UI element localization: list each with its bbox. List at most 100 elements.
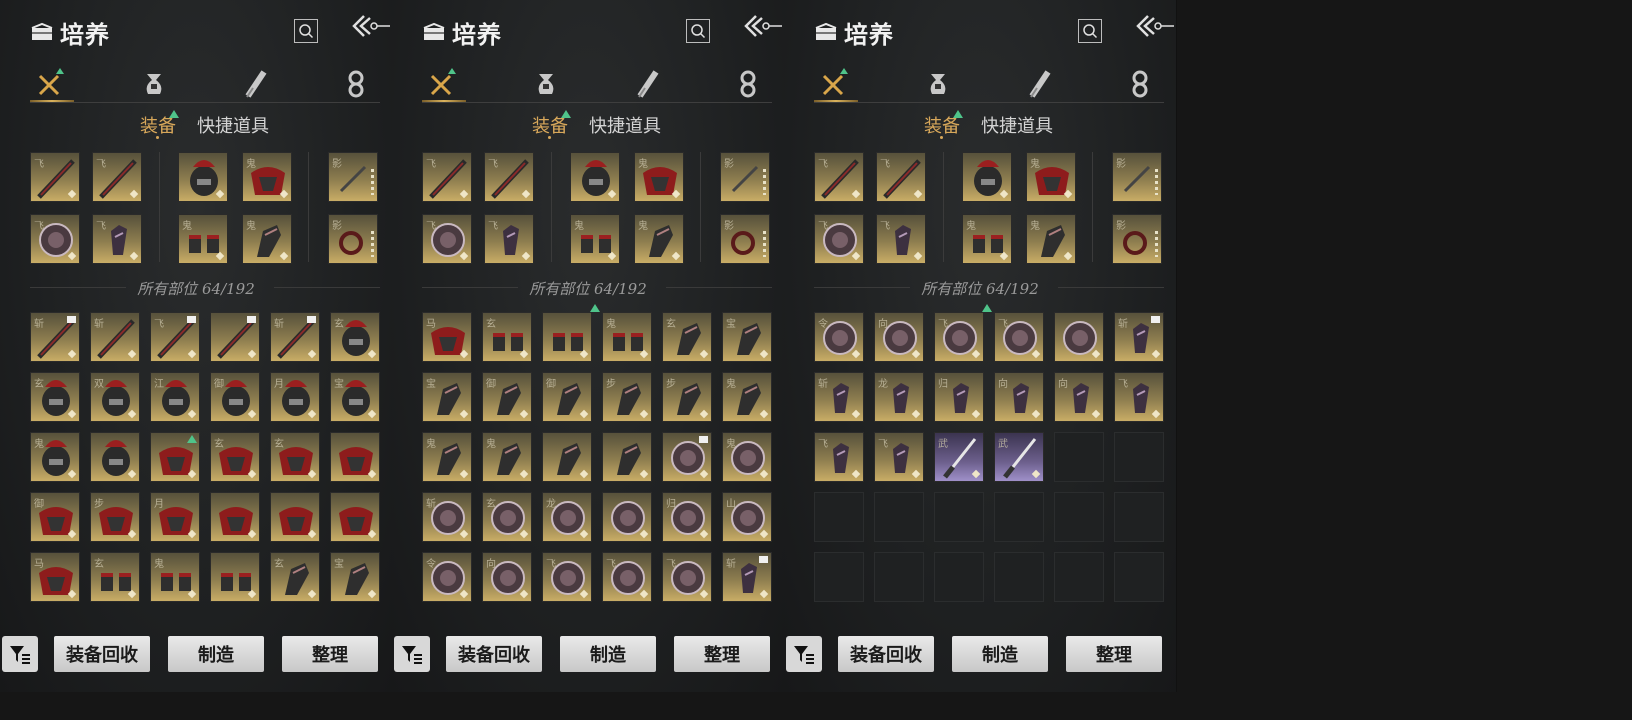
item-slot[interactable]: 江 (150, 372, 200, 422)
search-button[interactable] (686, 19, 710, 43)
tab-pouch[interactable] (134, 66, 174, 102)
item-slot[interactable]: 御 (482, 372, 532, 422)
empty-slot[interactable] (874, 552, 924, 602)
item-slot[interactable]: 飞 (1114, 372, 1164, 422)
search-button[interactable] (1078, 19, 1102, 43)
item-slot[interactable]: 飞 (814, 152, 864, 202)
item-slot[interactable]: 飞 (874, 432, 924, 482)
tab-scroll[interactable] (1020, 66, 1060, 102)
empty-slot[interactable] (934, 492, 984, 542)
craft-button[interactable]: 制造 (168, 636, 264, 672)
item-slot[interactable]: 鬼 (1026, 152, 1076, 202)
empty-slot[interactable] (814, 492, 864, 542)
item-slot[interactable]: 鬼 (482, 432, 532, 482)
item-slot[interactable] (330, 492, 380, 542)
item-slot[interactable]: 令 (814, 312, 864, 362)
empty-slot[interactable] (874, 492, 924, 542)
item-slot[interactable]: 影 (1112, 214, 1162, 264)
item-slot[interactable] (542, 312, 592, 362)
recycle-button[interactable]: 装备回收 (446, 636, 542, 672)
item-slot[interactable]: 影 (1112, 152, 1162, 202)
item-slot[interactable]: 飞 (150, 312, 200, 362)
tab-equipment[interactable] (422, 66, 462, 102)
item-slot[interactable]: 飞 (484, 152, 534, 202)
item-slot[interactable] (90, 432, 140, 482)
item-slot[interactable]: 宝 (422, 372, 472, 422)
item-slot[interactable]: 向 (482, 552, 532, 602)
filter-button[interactable] (786, 636, 822, 672)
empty-slot[interactable] (1114, 432, 1164, 482)
item-slot[interactable]: 玄 (270, 552, 320, 602)
tab-ring[interactable] (336, 66, 376, 102)
item-slot[interactable] (270, 492, 320, 542)
item-slot[interactable]: 飞 (92, 214, 142, 264)
empty-slot[interactable] (1114, 492, 1164, 542)
item-slot[interactable]: 斩 (422, 492, 472, 542)
item-slot[interactable]: 斩 (270, 312, 320, 362)
item-slot[interactable]: 鬼 (150, 552, 200, 602)
item-slot[interactable]: 斩 (90, 312, 140, 362)
filter-button[interactable] (394, 636, 430, 672)
item-slot[interactable]: 马 (30, 552, 80, 602)
item-slot[interactable]: 归 (934, 372, 984, 422)
item-slot[interactable] (602, 432, 652, 482)
item-slot[interactable] (602, 492, 652, 542)
recycle-button[interactable]: 装备回收 (54, 636, 150, 672)
item-slot[interactable]: 鬼 (422, 432, 472, 482)
empty-slot[interactable] (1114, 552, 1164, 602)
item-slot[interactable]: 斩 (814, 372, 864, 422)
back-arrow-icon[interactable] (742, 12, 782, 44)
item-slot[interactable]: 龙 (874, 372, 924, 422)
item-slot[interactable]: 龙 (542, 492, 592, 542)
item-slot[interactable]: 飞 (484, 214, 534, 264)
item-slot[interactable]: 玄 (30, 372, 80, 422)
item-slot[interactable]: 飞 (662, 552, 712, 602)
item-slot[interactable]: 月 (270, 372, 320, 422)
item-slot[interactable]: 玄 (482, 312, 532, 362)
item-slot[interactable]: 斩 (1114, 312, 1164, 362)
back-arrow-icon[interactable] (1134, 12, 1174, 44)
item-slot[interactable]: 步 (90, 492, 140, 542)
item-slot[interactable]: 向 (874, 312, 924, 362)
item-slot[interactable]: 玄 (270, 432, 320, 482)
tab-scroll[interactable] (236, 66, 276, 102)
item-slot[interactable]: 双 (90, 372, 140, 422)
item-slot[interactable]: 步 (602, 372, 652, 422)
item-slot[interactable]: 向 (1054, 372, 1104, 422)
tab-pouch[interactable] (526, 66, 566, 102)
search-button[interactable] (294, 19, 318, 43)
item-slot[interactable]: 御 (210, 372, 260, 422)
item-slot[interactable]: 飞 (542, 552, 592, 602)
item-slot[interactable]: 玄 (210, 432, 260, 482)
tab-ring[interactable] (728, 66, 768, 102)
tab-scroll[interactable] (628, 66, 668, 102)
empty-slot[interactable] (1054, 432, 1104, 482)
item-slot[interactable]: 玄 (482, 492, 532, 542)
item-slot[interactable]: 鬼 (634, 214, 684, 264)
sort-button[interactable]: 整理 (282, 636, 378, 672)
item-slot[interactable]: 鬼 (722, 372, 772, 422)
subtab-quick-items[interactable]: 快捷道具 (197, 112, 269, 138)
item-slot[interactable]: 飞 (30, 214, 80, 264)
item-slot[interactable]: 武 (994, 432, 1044, 482)
item-slot[interactable]: 飞 (876, 152, 926, 202)
item-slot[interactable]: 令 (422, 552, 472, 602)
item-slot[interactable]: 鬼 (30, 432, 80, 482)
item-slot[interactable]: 武 (934, 432, 984, 482)
item-slot[interactable]: 飞 (422, 214, 472, 264)
item-slot[interactable]: 鬼 (602, 312, 652, 362)
empty-slot[interactable] (934, 552, 984, 602)
item-slot[interactable]: 鬼 (634, 152, 684, 202)
craft-button[interactable]: 制造 (952, 636, 1048, 672)
item-slot[interactable]: 飞 (876, 214, 926, 264)
item-slot[interactable]: 鬼 (570, 214, 620, 264)
item-slot[interactable] (210, 312, 260, 362)
item-slot[interactable]: 飞 (934, 312, 984, 362)
item-slot[interactable]: 影 (328, 214, 378, 264)
tab-equipment[interactable] (814, 66, 854, 102)
item-slot[interactable]: 玄 (662, 312, 712, 362)
filter-button[interactable] (2, 636, 38, 672)
item-slot[interactable]: 鬼 (962, 214, 1012, 264)
item-slot[interactable]: 影 (720, 152, 770, 202)
sort-button[interactable]: 整理 (674, 636, 770, 672)
